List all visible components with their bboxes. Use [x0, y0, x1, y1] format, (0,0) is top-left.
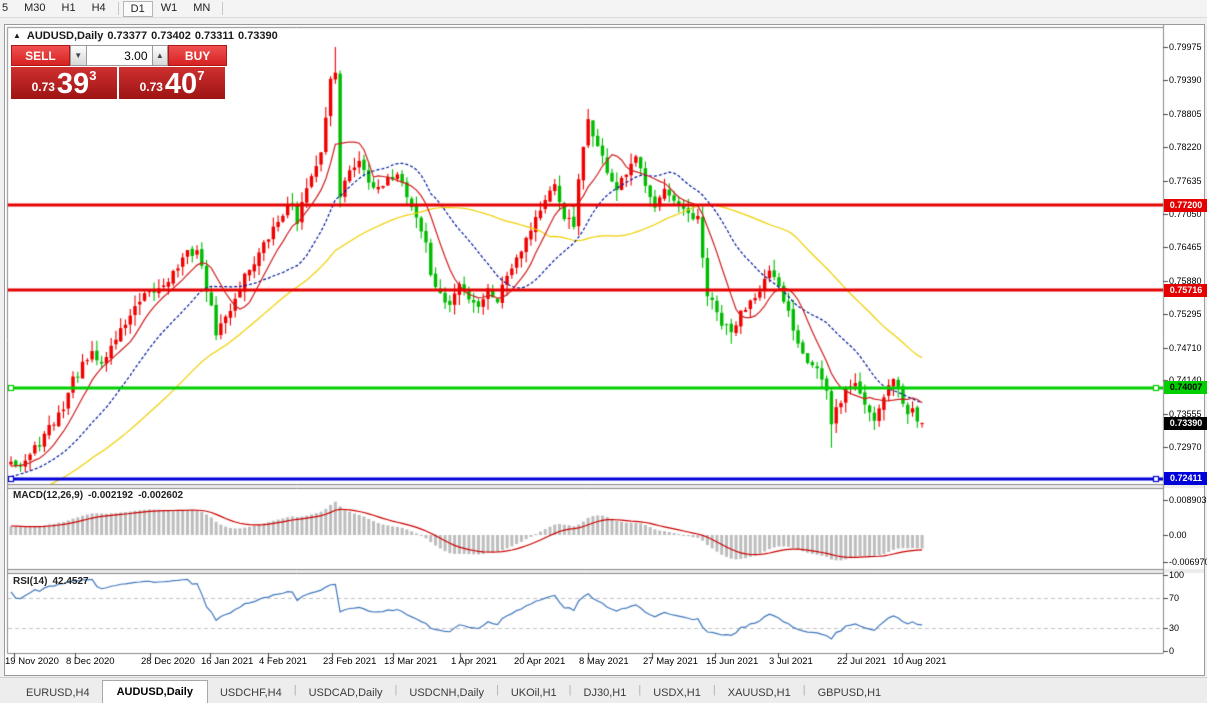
timeframe-button-w1[interactable]: W1 — [153, 1, 186, 16]
timeframe-button-5[interactable]: 5 — [0, 1, 16, 16]
chart-tab-usdchf[interactable]: USDCHF,H4 — [208, 683, 294, 703]
price-axis-badge: 0.73390 — [1164, 417, 1207, 430]
date-axis-label: 16 Jan 2021 — [201, 656, 253, 667]
macd-axis-label: -0.006970 — [1169, 557, 1207, 567]
timeframe-button-m30[interactable]: M30 — [16, 1, 53, 16]
ohlc-open: 0.73377 — [107, 30, 147, 42]
chart-title: ▲ AUDUSD,Daily 0.73377 0.73402 0.73311 0.7339… — [13, 30, 282, 42]
date-axis-label: 3 Jul 2021 — [769, 656, 813, 667]
chart-tab-usdcad[interactable]: USDCAD,Daily — [297, 683, 395, 703]
mt4-window: 5M30H1H4D1W1MN ▲AUDUSD,Daily0.733770.734… — [0, 0, 1207, 703]
chart-tab-usdx[interactable]: USDX,H1 — [641, 683, 713, 703]
date-axis-label: 20 Apr 2021 — [514, 656, 565, 667]
collapse-icon[interactable]: ▲ — [13, 31, 21, 40]
rsi-axis-label: 30 — [1169, 623, 1179, 633]
price-axis-label: 0.72970 — [1169, 442, 1202, 452]
rsi-indicator-label: RSI(14)42.4527 — [13, 576, 94, 587]
volume-increase-button[interactable]: ▲ — [152, 45, 169, 66]
volume-decrease-button[interactable]: ▼ — [70, 45, 87, 66]
rsi-axis-label: 70 — [1169, 593, 1179, 603]
timeframe-button-d1[interactable]: D1 — [123, 1, 153, 17]
ohlc-close: 0.73390 — [238, 30, 278, 42]
macd-axis-label: 0.008903 — [1169, 495, 1207, 505]
chart-tab-audusd[interactable]: AUDUSD,Daily — [102, 680, 208, 703]
sell-price-big: 39 — [57, 71, 89, 97]
date-axis-label: 1 Apr 2021 — [451, 656, 497, 667]
toolbar-separator — [118, 2, 119, 15]
rsi-axis-label: 100 — [1169, 570, 1184, 580]
date-axis-label: 28 Dec 2020 — [141, 656, 195, 667]
timeframe-button-h1[interactable]: H1 — [54, 1, 84, 16]
price-axis-badge: 0.77200 — [1164, 199, 1207, 212]
rsi-axis-label: 0 — [1169, 646, 1174, 656]
price-axis-label: 0.76465 — [1169, 242, 1202, 252]
ohlc-high: 0.73402 — [151, 30, 191, 42]
price-axis-badge: 0.72411 — [1164, 472, 1207, 485]
chart-tab-gbpusd[interactable]: GBPUSD,H1 — [806, 683, 894, 703]
date-axis-label: 8 May 2021 — [579, 656, 629, 667]
timeframe-button-mn[interactable]: MN — [185, 1, 218, 16]
chart-tab-bar: EURUSD,H4AUDUSD,DailyUSDCHF,H4|USDCAD,Da… — [0, 677, 1207, 703]
sell-price-prefix: 0.73 — [32, 80, 55, 94]
price-axis-badge: 0.74007 — [1164, 381, 1207, 394]
timeframe-toolbar: 5M30H1H4 D1W1MN — [0, 0, 1207, 18]
buy-price-prefix: 0.73 — [140, 80, 163, 94]
volume-input[interactable] — [87, 45, 152, 66]
macd-indicator-label: MACD(12,26,9)-0.002192-0.002602 — [13, 490, 188, 501]
price-axis-label: 0.75295 — [1169, 309, 1202, 319]
macd-axis-label: 0.00 — [1169, 530, 1187, 540]
chart-tab-usdcnh[interactable]: USDCNH,Daily — [397, 683, 496, 703]
price-axis-label: 0.74710 — [1169, 343, 1202, 353]
sell-price-sup: 3 — [89, 68, 96, 83]
one-click-trading-panel: SELL ▼ ▲ BUY 0.73 39 3 0.73 40 7 — [11, 45, 227, 99]
sell-button[interactable]: SELL — [11, 45, 70, 66]
buy-price-sup: 7 — [197, 68, 204, 83]
date-axis-label: 10 Aug 2021 — [893, 656, 946, 667]
chart-canvas[interactable] — [5, 25, 1204, 675]
sell-price-display[interactable]: 0.73 39 3 — [11, 67, 117, 99]
chart-tab-eurusd[interactable]: EURUSD,H4 — [14, 683, 102, 703]
symbol-period-label: AUDUSD,Daily — [27, 30, 103, 42]
chart-area: ▲AUDUSD,Daily0.733770.734020.733110.7339… — [4, 24, 1205, 676]
price-axis-label: 0.77635 — [1169, 176, 1202, 186]
price-axis-label: 0.79975 — [1169, 42, 1202, 52]
date-axis-label: 13 Mar 2021 — [384, 656, 437, 667]
date-axis-label: 4 Feb 2021 — [259, 656, 307, 667]
toolbar-separator — [222, 2, 223, 15]
buy-button[interactable]: BUY — [168, 45, 227, 66]
buy-price-display[interactable]: 0.73 40 7 — [119, 67, 225, 99]
date-axis-label: 22 Jul 2021 — [837, 656, 886, 667]
timeframe-button-h4[interactable]: H4 — [84, 1, 114, 16]
price-axis-label: 0.78805 — [1169, 109, 1202, 119]
chart-tab-xauusd[interactable]: XAUUSD,H1 — [716, 683, 803, 703]
price-axis-label: 0.79390 — [1169, 75, 1202, 85]
ohlc-low: 0.73311 — [195, 30, 234, 42]
date-axis-label: 23 Feb 2021 — [323, 656, 376, 667]
date-axis-label: 27 May 2021 — [643, 656, 698, 667]
buy-price-big: 40 — [165, 71, 197, 97]
date-axis-label: 19 Nov 2020 — [5, 656, 59, 667]
date-axis-label: 8 Dec 2020 — [66, 656, 115, 667]
chart-tab-dj30[interactable]: DJ30,H1 — [572, 683, 639, 703]
price-axis-badge: 0.75716 — [1164, 284, 1207, 297]
chart-tab-ukoil[interactable]: UKOil,H1 — [499, 683, 569, 703]
date-axis-label: 15 Jun 2021 — [706, 656, 758, 667]
price-axis-label: 0.78220 — [1169, 142, 1202, 152]
